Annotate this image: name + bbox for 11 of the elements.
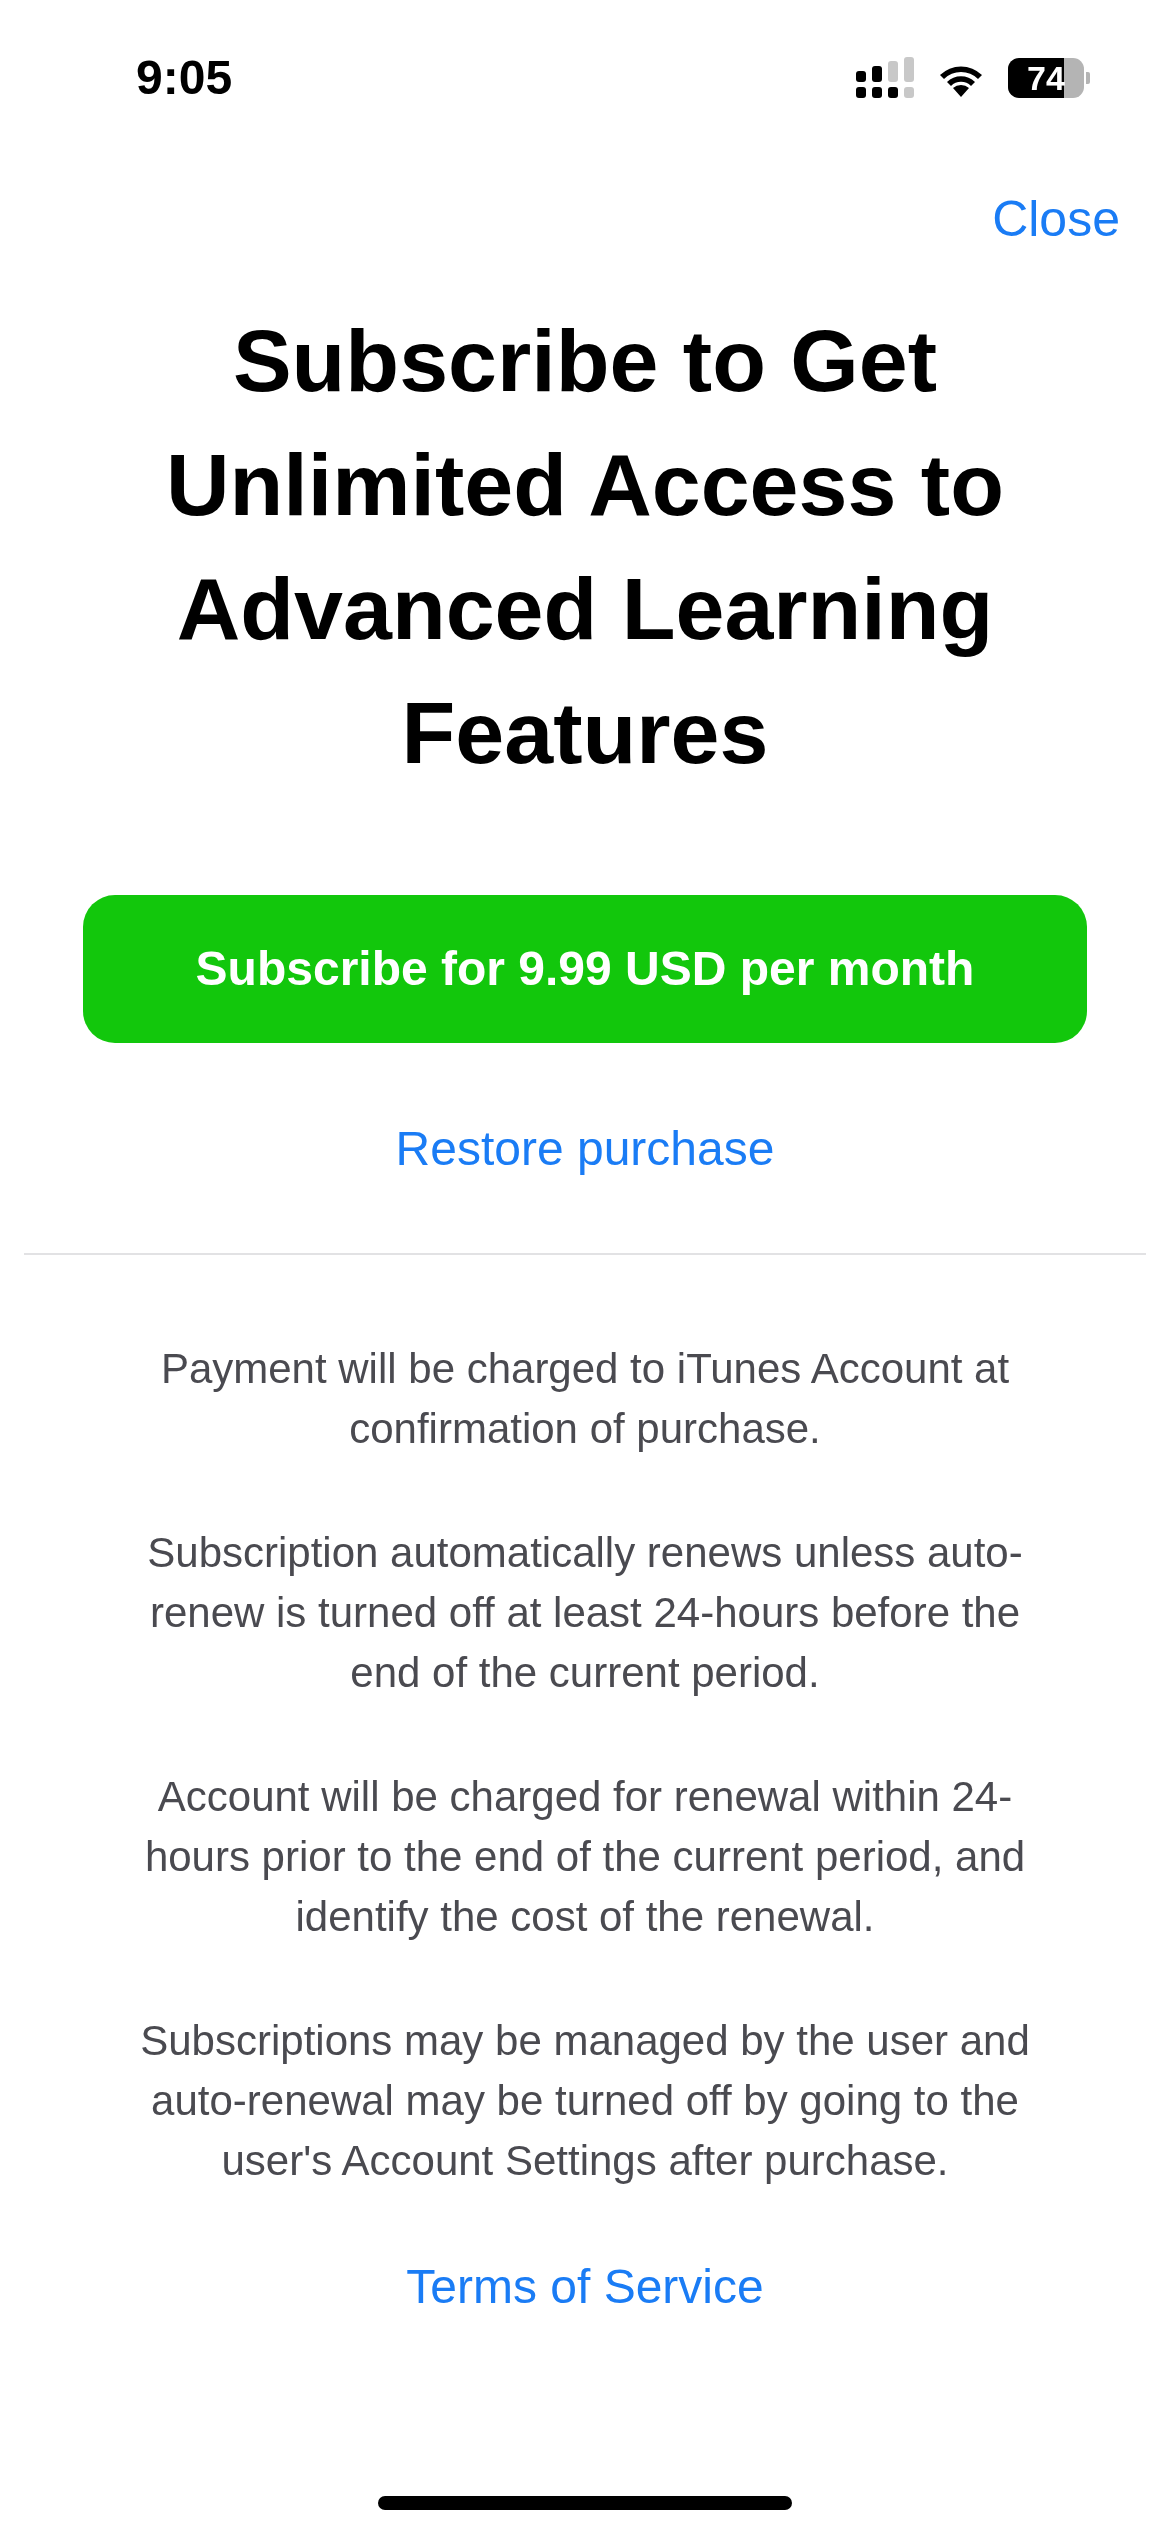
status-time: 9:05	[136, 50, 233, 106]
restore-purchase-link[interactable]: Restore purchase	[395, 1113, 775, 1185]
title: Subscribe to Get Unlimited Access to Advanced Learning Features	[165, 310, 1005, 784]
subscribe-button[interactable]: Subscribe for 9.99 USD per month	[83, 895, 1087, 1043]
signal-icon	[856, 57, 914, 99]
terms-of-service-link[interactable]: Terms of Service	[406, 2251, 764, 2323]
terms-paragraph: Account will be charged for renewal within 24-hours prior to the end of the current period, and identify the cost of the renewal.	[143, 1772, 1027, 1942]
terms-paragraph: Payment will be charged to iTunes Account at confirmation of purchase.	[159, 1344, 1011, 1454]
terms-paragraph: Subscription automatically renews unless auto-renew is turned off at least 24-hours before the end of the current period.	[146, 1528, 1024, 1698]
close-button[interactable]: Close	[992, 182, 1120, 257]
terms-paragraph: Subscriptions may be managed by the user and auto-renewal may be turned off by going to the user's Account Settings after purchase.	[139, 2016, 1031, 2186]
